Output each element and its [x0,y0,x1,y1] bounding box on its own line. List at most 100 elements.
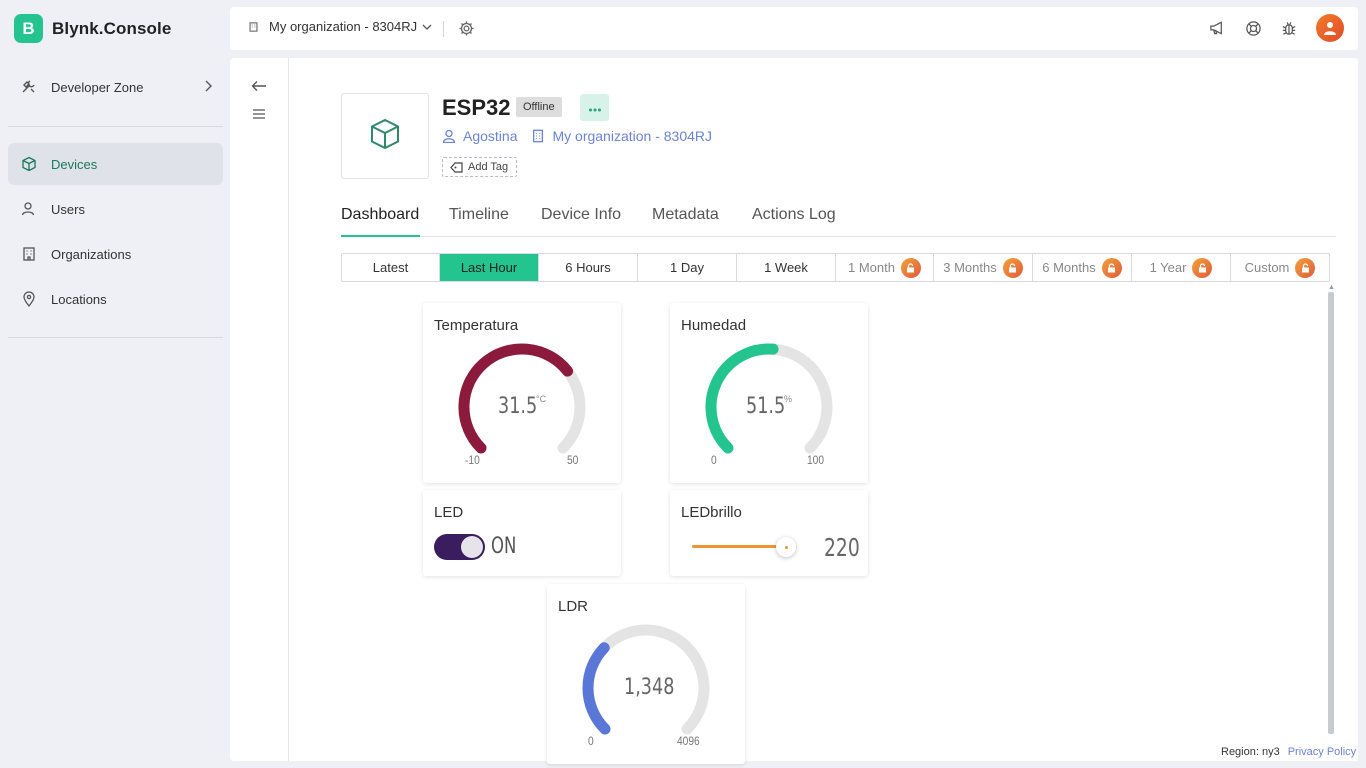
range-label: Custom [1244,260,1290,275]
range-latest[interactable]: Latest [342,254,440,281]
building-icon [533,129,544,143]
topbar-separator [443,21,444,37]
sidebar-divider [8,126,223,127]
scroll-up-arrow[interactable]: ▲ [1328,284,1335,291]
lock-icon [1101,257,1122,278]
range-label: Latest [372,260,409,275]
gauge-value: 1,348 [624,675,675,700]
pin-icon [21,291,37,307]
range-label: 1 Year [1149,260,1187,275]
range-1-year[interactable]: 1 Year [1132,254,1231,281]
lock-icon [1295,257,1316,278]
gauge-max: 50 [567,453,579,467]
brightness-slider-handle[interactable] [776,537,796,557]
lock-icon [1002,257,1023,278]
gauge-min: -10 [465,453,480,467]
range-1-month[interactable]: 1 Month [836,254,934,281]
sidebar-item-label: Devices [51,156,98,172]
sidebar-item-devices[interactable]: Devices [8,143,223,185]
device-owner: Agostina [463,128,518,144]
range-6-hours[interactable]: 6 Hours [539,254,638,281]
building-icon [21,246,37,262]
gauge-temperatura [458,343,586,454]
cube-icon [368,117,402,156]
scrollbar[interactable] [1328,292,1334,734]
tab-metadata[interactable]: Metadata [652,206,719,237]
sidebar-item-organizations[interactable]: Organizations [8,233,223,275]
building-icon [248,21,259,33]
gauge-max: 100 [807,453,825,467]
region-label: Region: ny3 [1221,746,1280,758]
range-label: 6 Months [1042,260,1096,275]
add-tag-button[interactable]: Add Tag [442,157,518,177]
tab-device-info[interactable]: Device Info [541,206,621,237]
gauge-min: 0 [588,734,594,748]
sidebar: B Blynk.Console Developer Zone Devices U… [0,0,230,768]
gauge-max: 4096 [677,734,700,748]
gauge-value: 31.5 [498,394,538,419]
tab-actions-log[interactable]: Actions Log [752,206,836,237]
range-3-months[interactable]: 3 Months [934,254,1033,281]
slider-dot [784,545,788,549]
gear-icon[interactable] [458,20,475,42]
switch-knob [461,536,483,558]
range-label: 1 Day [670,260,704,275]
sidebar-item-label: Developer Zone [51,79,144,95]
users-icon [21,201,37,217]
bug-icon[interactable] [1280,19,1298,37]
widget-title: LED [434,504,464,521]
privacy-policy-link[interactable]: Privacy Policy [1288,746,1356,758]
led-switch[interactable] [434,534,485,560]
device-owner-link[interactable]: Agostina [442,128,517,144]
menu-icon[interactable] [250,105,268,123]
org-selector[interactable]: My organization - 8304RJ [248,19,433,34]
gauge-value: 51.5 [746,394,786,419]
range-label: 3 Months [943,260,997,275]
back-arrow-icon[interactable] [250,77,268,95]
range-1-week[interactable]: 1 Week [737,254,836,281]
widget-ledbrillo: LEDbrillo 220 [670,490,868,576]
gauge-value-arc [582,642,611,735]
range-last-hour[interactable]: Last Hour [440,254,539,281]
brand[interactable]: B Blynk.Console [14,14,171,43]
brightness-slider-track[interactable] [692,545,787,548]
range-6-months[interactable]: 6 Months [1033,254,1132,281]
sidebar-item-locations[interactable]: Locations [8,278,223,320]
top-bar: My organization - 8304RJ [230,7,1358,50]
sidebar-item-label: Organizations [51,246,132,262]
tab-bar: Dashboard Timeline Device Info Metadata … [341,206,1336,237]
user-icon [442,129,456,143]
sidebar-item-developer-zone[interactable]: Developer Zone [8,66,223,108]
time-range-selector: Latest Last Hour 6 Hours 1 Day 1 Week 1 … [341,253,1330,282]
megaphone-icon[interactable] [1208,19,1226,37]
slider-value: 220 [824,533,860,562]
tab-timeline[interactable]: Timeline [449,206,509,237]
sidebar-item-users[interactable]: Users [8,188,223,230]
avatar[interactable] [1316,14,1344,42]
more-options-button[interactable] [580,94,609,121]
add-tag-label: Add Tag [468,161,509,173]
tag-icon [450,161,463,173]
status-badge: Offline [516,97,562,117]
range-1-day[interactable]: 1 Day [638,254,737,281]
range-label: Last Hour [460,260,518,275]
tab-dashboard[interactable]: Dashboard [341,206,420,237]
device-meta: Agostina My organization - 8304RJ [442,128,726,144]
device-thumbnail [341,93,429,179]
range-label: 6 Hours [565,260,611,275]
support-icon[interactable] [1244,19,1262,37]
widget-title: LEDbrillo [681,504,742,521]
gauge-ldr [582,624,710,735]
device-org-link[interactable]: My organization - 8304RJ [531,128,712,144]
left-toolbar [230,58,289,761]
gauge-min: 0 [711,453,717,467]
switch-state-label: ON [491,534,517,559]
footer: Region: ny3 Privacy Policy [1210,743,1358,761]
more-icon [588,99,602,117]
widget-humedad: Humedad 51.5 % 0 100 [670,303,868,483]
lock-icon [900,257,921,278]
tools-icon [21,79,37,95]
sidebar-divider [8,337,223,338]
range-custom[interactable]: Custom [1231,254,1329,281]
widget-temperatura: Temperatura 31.5 °C -10 50 [423,303,621,483]
